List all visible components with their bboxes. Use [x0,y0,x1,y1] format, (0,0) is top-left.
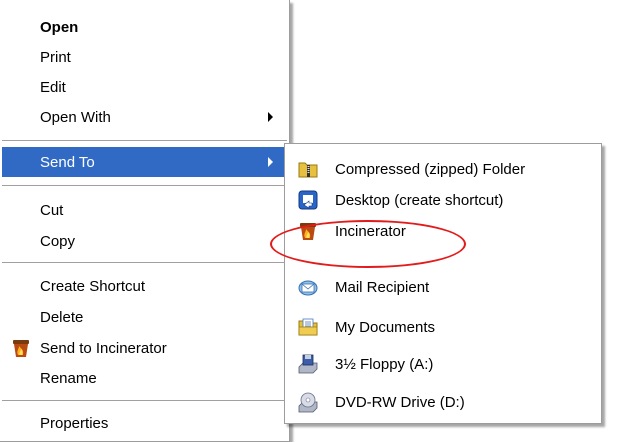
submenu-item-mail-recipient[interactable]: Mail Recipient [287,272,599,302]
zip-folder-icon [298,162,318,178]
submenu-item-label: Mail Recipient [335,278,430,296]
submenu-arrow-icon [268,157,273,167]
dvd-drive-icon [298,392,318,413]
menu-item-copy[interactable]: Copy [2,226,287,256]
desktop-shortcut-icon [298,190,318,210]
menu-item-label: Send To [40,153,95,171]
menu-item-label: Open With [40,108,111,126]
menu-item-label: Send to Incinerator [40,339,167,357]
menu-separator [2,262,287,263]
context-menu: Open Print Edit Open With Send To Cut Co… [0,0,290,442]
menu-item-label: Cut [40,201,64,219]
menu-item-edit[interactable]: Edit [2,72,287,102]
menu-item-label: Create Shortcut [40,277,146,295]
incinerator-icon [300,223,316,240]
menu-item-label: Open [40,18,79,36]
submenu-item-compressed-folder[interactable]: Compressed (zipped) Folder [287,154,599,184]
submenu-arrow-icon [268,112,273,122]
menu-separator [2,185,287,186]
submenu-item-incinerator[interactable]: Incinerator [287,216,599,246]
submenu-item-floppy-drive[interactable]: 3½ Floppy (A:) [287,349,599,379]
menu-item-print[interactable]: Print [2,42,287,72]
documents-folder-icon [298,318,318,336]
submenu-item-label: Desktop (create shortcut) [335,191,504,209]
submenu-item-my-documents[interactable]: My Documents [287,312,599,342]
submenu-item-desktop-shortcut[interactable]: Desktop (create shortcut) [287,185,599,215]
menu-item-delete[interactable]: Delete [2,302,287,332]
menu-item-send-to-incinerator[interactable]: Send to Incinerator [2,333,287,363]
menu-item-open[interactable]: Open [2,12,287,42]
menu-separator [2,400,287,401]
floppy-drive-icon [298,354,318,374]
submenu-item-label: DVD-RW Drive (D:) [335,393,465,411]
submenu-item-label: My Documents [335,318,436,336]
menu-item-label: Properties [40,414,109,432]
menu-item-label: Rename [40,369,97,387]
menu-item-label: Copy [40,232,76,250]
menu-item-properties[interactable]: Properties [2,408,287,438]
menu-item-send-to[interactable]: Send To [2,147,287,177]
menu-item-open-with[interactable]: Open With [2,102,287,132]
menu-item-label: Edit [40,78,66,96]
menu-separator [2,140,287,141]
submenu-item-dvd-drive[interactable]: DVD-RW Drive (D:) [287,387,599,417]
send-to-submenu: Compressed (zipped) Folder Desktop (crea… [284,143,602,424]
incinerator-icon [13,340,29,357]
menu-item-rename[interactable]: Rename [2,363,287,393]
submenu-item-label: Incinerator [335,222,406,240]
mail-icon [298,280,318,296]
submenu-item-label: 3½ Floppy (A:) [335,355,434,373]
menu-item-cut[interactable]: Cut [2,195,287,225]
menu-item-label: Delete [40,308,84,326]
submenu-item-label: Compressed (zipped) Folder [335,160,526,178]
menu-item-label: Print [40,48,71,66]
menu-item-create-shortcut[interactable]: Create Shortcut [2,271,287,301]
